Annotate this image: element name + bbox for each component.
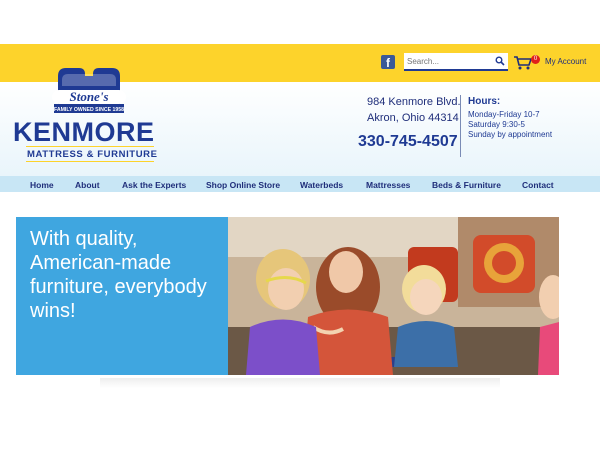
nav-mattresses[interactable]: Mattresses: [366, 180, 410, 190]
hours-line: Sunday by appointment: [468, 130, 553, 139]
cart-count-badge: 0: [531, 55, 540, 64]
logo-name[interactable]: KENMORE: [13, 117, 155, 148]
nav-ask-the-experts[interactable]: Ask the Experts: [122, 180, 186, 190]
stones-logo-badge[interactable]: Stone's FAMILY OWNED SINCE 1958: [52, 66, 126, 118]
logo-badge-tagline: FAMILY OWNED SINCE 1958: [54, 107, 124, 113]
search-input[interactable]: [407, 54, 489, 68]
search-icon[interactable]: [495, 56, 505, 66]
cart-icon[interactable]: [513, 55, 533, 71]
hero-shadow: [100, 378, 500, 388]
nav-home[interactable]: Home: [30, 180, 54, 190]
logo-badge-script: Stone's: [69, 89, 108, 104]
logo-rule-top: [26, 146, 154, 147]
header-divider: [460, 95, 461, 157]
address-line1: 984 Kenmore Blvd.: [367, 96, 461, 108]
logo-subtitle: MATTRESS & FURNITURE: [27, 149, 158, 160]
nav-waterbeds[interactable]: Waterbeds: [300, 180, 343, 190]
address-line2: Akron, Ohio 44314: [367, 112, 459, 124]
phone-number[interactable]: 330-745-4507: [358, 133, 458, 151]
hours-line: Saturday 9:30-5: [468, 120, 525, 129]
nav-beds-furniture[interactable]: Beds & Furniture: [432, 180, 501, 190]
nav-about[interactable]: About: [75, 180, 100, 190]
nav-shop-online-store[interactable]: Shop Online Store: [206, 180, 280, 190]
my-account-link[interactable]: My Account: [545, 57, 586, 66]
logo-rule-bottom: [26, 161, 154, 162]
hours-title: Hours:: [468, 96, 501, 107]
hero-headline: With quality, American-made furniture, e…: [30, 228, 207, 322]
search-box[interactable]: [404, 53, 508, 71]
nav-contact[interactable]: Contact: [522, 180, 554, 190]
hero-family-photo: [228, 217, 559, 375]
facebook-icon[interactable]: f: [381, 55, 395, 70]
hours-line: Monday-Friday 10-7: [468, 110, 540, 119]
